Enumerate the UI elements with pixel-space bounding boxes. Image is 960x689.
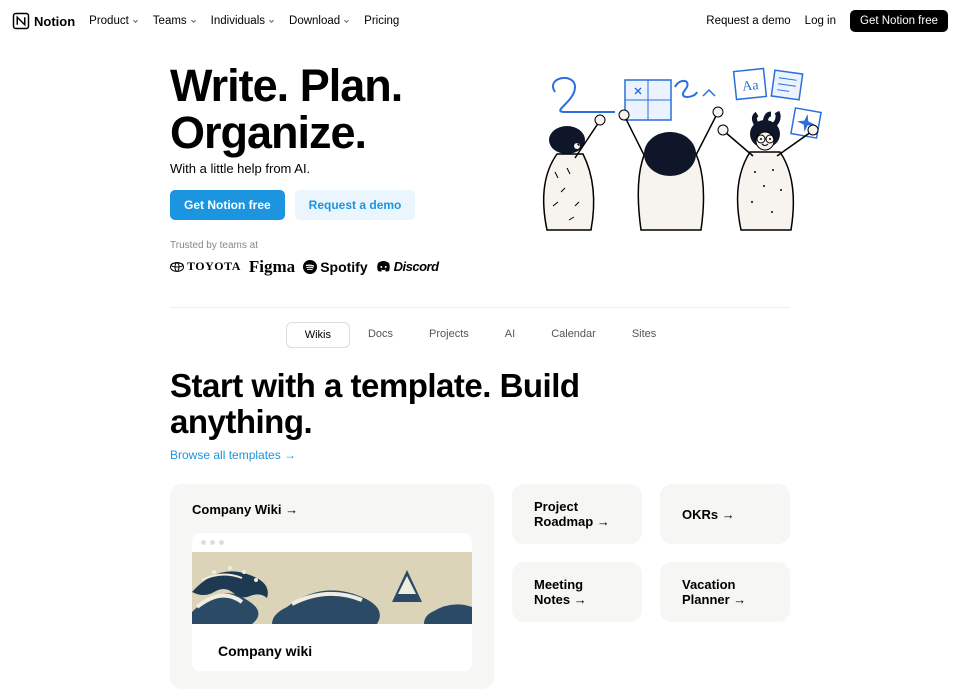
template-card-vacation-planner[interactable]: Vacation Planner → (660, 562, 790, 622)
nav-pricing[interactable]: Pricing (364, 15, 399, 27)
window-dots-icon (192, 533, 472, 552)
tab-docs[interactable]: Docs (350, 322, 411, 348)
wave-artwork (192, 552, 472, 624)
template-card-company-wiki[interactable]: Company Wiki → (170, 484, 494, 689)
discord-icon (376, 261, 391, 272)
nav-individuals[interactable]: Individuals (211, 15, 275, 27)
hero-buttons: Get Notion free Request a demo (170, 190, 439, 220)
tab-projects[interactable]: Projects (411, 322, 487, 348)
templates-section: Start with a template. Build anything. B… (170, 368, 790, 689)
brand-name: Notion (34, 14, 75, 29)
chevron-down-icon (343, 18, 350, 25)
hero-get-notion-button[interactable]: Get Notion free (170, 190, 285, 220)
divider (170, 307, 790, 308)
templates-heading: Start with a template. Build anything. (170, 368, 790, 441)
mini-column-2: OKRs → Vacation Planner → (660, 484, 790, 689)
svg-text:Aa: Aa (742, 78, 761, 95)
figma-logo: Figma (249, 257, 295, 277)
nav-product[interactable]: Product (89, 15, 139, 27)
hero-heading: Write. Plan. Organize. (170, 62, 439, 157)
preview-title: Company wiki (192, 629, 472, 671)
chevron-down-icon (132, 18, 139, 25)
top-nav: Notion Product Teams Individuals Downloa… (0, 0, 960, 42)
template-card-meeting-notes[interactable]: Meeting Notes → (512, 562, 642, 622)
spotify-icon (303, 260, 317, 274)
nav-teams[interactable]: Teams (153, 15, 197, 27)
chevron-down-icon (268, 18, 275, 25)
hero-subtitle: With a little help from AI. (170, 161, 439, 176)
tab-wikis[interactable]: Wikis (286, 322, 350, 348)
template-preview: Company wiki (192, 533, 472, 671)
request-demo-link[interactable]: Request a demo (706, 15, 790, 27)
hero-section: Write. Plan. Organize. With a little hel… (170, 62, 790, 277)
spotify-logo: Spotify (303, 259, 367, 275)
hero-demo-button[interactable]: Request a demo (295, 190, 416, 220)
template-card-okrs[interactable]: OKRs → (660, 484, 790, 544)
nav-right: Request a demo Log in Get Notion free (706, 10, 948, 32)
hero-text: Write. Plan. Organize. With a little hel… (170, 62, 439, 277)
login-link[interactable]: Log in (805, 15, 836, 27)
toyota-logo: TOYOTA (170, 259, 241, 274)
tabs: Wikis Docs Projects AI Calendar Sites (170, 322, 790, 348)
template-card-project-roadmap[interactable]: Project Roadmap → (512, 484, 642, 544)
browse-templates-link[interactable]: Browse all templates → (170, 448, 296, 462)
logo[interactable]: Notion (12, 12, 75, 30)
trusted-by-label: Trusted by teams at (170, 240, 439, 251)
get-notion-free-button[interactable]: Get Notion free (850, 10, 948, 32)
notion-logo-icon (12, 12, 30, 30)
tab-sites[interactable]: Sites (614, 322, 674, 348)
templates-grid: Company Wiki → (170, 484, 790, 689)
discord-logo: Discord (376, 259, 439, 274)
tab-ai[interactable]: AI (487, 322, 533, 348)
nav-download[interactable]: Download (289, 15, 350, 27)
hero-illustration: Aa (525, 62, 830, 237)
chevron-down-icon (190, 18, 197, 25)
card-title: Company Wiki → (192, 502, 472, 517)
trust-logos: TOYOTA Figma Spotify Discord (170, 257, 439, 277)
tab-calendar[interactable]: Calendar (533, 322, 614, 348)
toyota-oval-icon (170, 262, 184, 272)
mini-column-1: Project Roadmap → Meeting Notes → (512, 484, 642, 689)
nav-left: Notion Product Teams Individuals Downloa… (12, 12, 399, 30)
